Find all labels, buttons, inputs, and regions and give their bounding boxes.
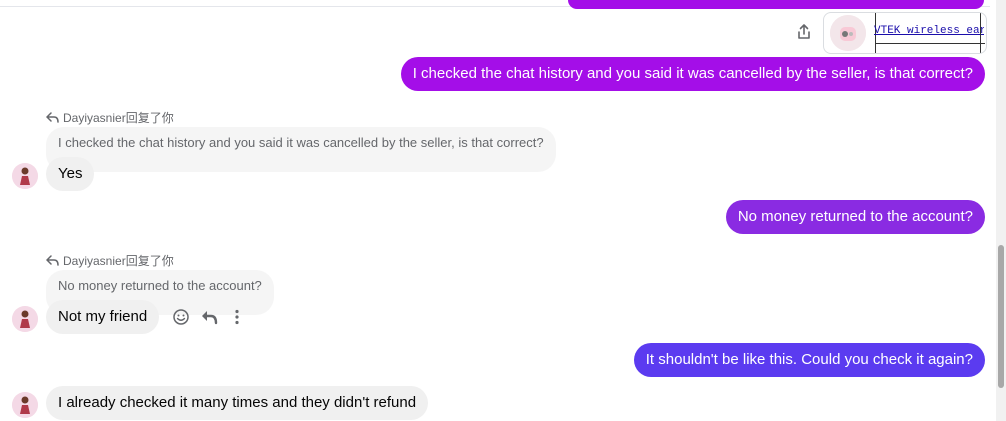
product-title-link[interactable]: VTEK wireless ear...: [874, 25, 984, 37]
reply-indicator: Dayiyasnier回复了你: [46, 252, 174, 269]
outgoing-message[interactable]: It shouldn't be like this. Could you che…: [633, 343, 985, 377]
product-link-card[interactable]: VTEK wireless ear...: [823, 12, 987, 54]
outgoing-message[interactable]: I checked the chat history and you said …: [400, 57, 985, 91]
card-divider: [875, 43, 985, 44]
previous-message-bubble: [568, 0, 984, 9]
outgoing-message[interactable]: No money returned to the account?: [725, 200, 985, 234]
reply-arrow-icon: [46, 255, 59, 266]
reply-indicator: Dayiyasnier回复了你: [46, 109, 174, 126]
more-options-icon[interactable]: [228, 308, 246, 326]
avatar[interactable]: [12, 306, 38, 332]
earbuds-product-image: [830, 15, 866, 51]
avatar[interactable]: [12, 392, 38, 418]
quoted-message[interactable]: I checked the chat history and you said …: [46, 127, 556, 172]
avatar[interactable]: [12, 163, 38, 189]
reply-indicator-text: Dayiyasnier回复了你: [63, 254, 174, 268]
reply-indicator-text: Dayiyasnier回复了你: [63, 111, 174, 125]
share-icon[interactable]: [795, 23, 813, 41]
reply-icon[interactable]: [200, 308, 218, 326]
card-divider: [980, 13, 981, 53]
incoming-message[interactable]: Yes: [46, 157, 95, 191]
reply-arrow-icon: [46, 112, 59, 123]
scrollbar-thumb[interactable]: [998, 245, 1004, 388]
emoji-icon[interactable]: [172, 308, 190, 326]
incoming-message[interactable]: Not my friend: [46, 300, 160, 334]
incoming-message[interactable]: I already checked it many times and they…: [46, 386, 429, 420]
